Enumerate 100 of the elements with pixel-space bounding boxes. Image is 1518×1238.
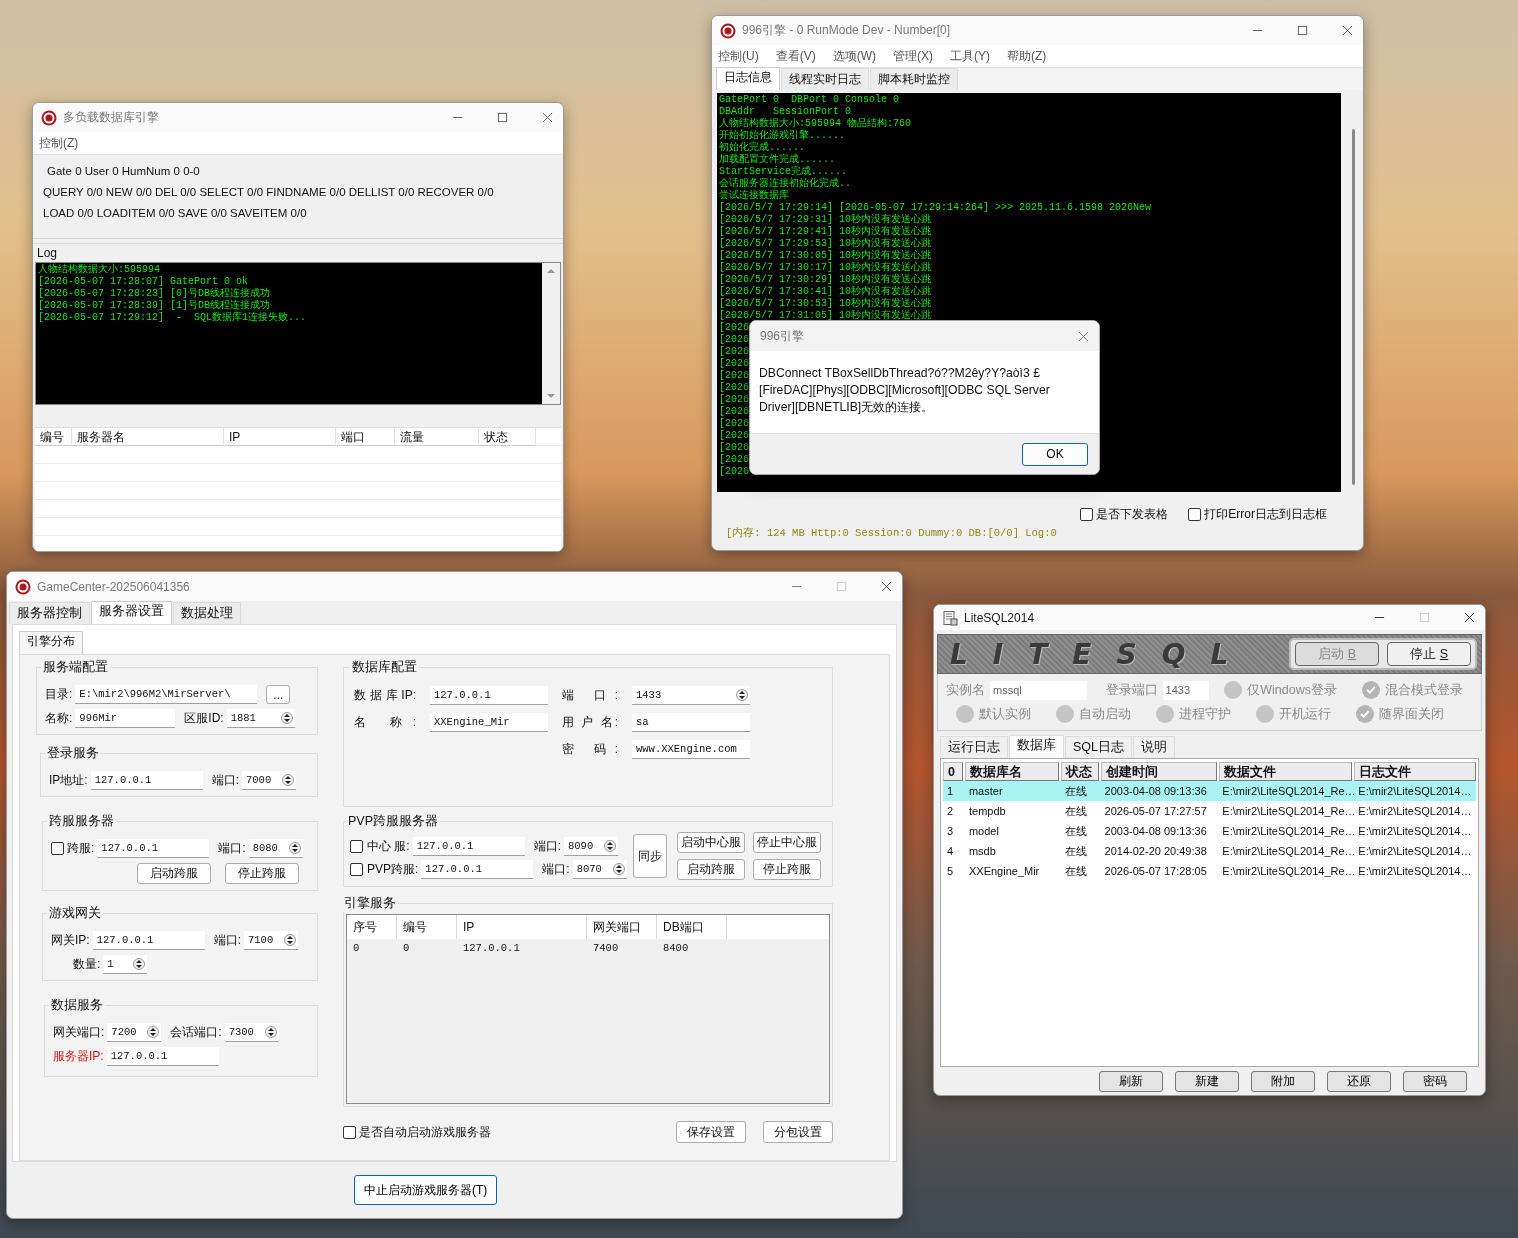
table-row[interactable]: 1 master 在线 2003-04-08 09:13:36 E:\mir2\LiteSQL2014_Re… E:\mir2\LiteSQL2014… [943, 781, 1476, 801]
column-header[interactable]: 状态 [479, 428, 536, 446]
column-header[interactable]: 日志文件 [1354, 762, 1476, 781]
table-row[interactable]: 3 model 在线 2003-04-08 09:13:36 E:\mir2\LiteSQL2014_Re… E:\mir2\LiteSQL2014… [943, 821, 1476, 841]
table-row[interactable]: 4 msdb 在线 2014-02-20 20:49:38 E:\mir2\LiteSQL2014_Re… E:\mir2\LiteSQL2014… [943, 841, 1476, 861]
spin-field[interactable]: 1 [103, 955, 148, 974]
action-button[interactable]: 刷新 [1099, 1070, 1163, 1092]
action-button[interactable]: 还原 [1327, 1070, 1391, 1092]
menu-item[interactable]: 管理(X) [893, 47, 933, 65]
spin-arrows-icon[interactable] [133, 957, 146, 971]
sync-button[interactable]: 同步 [632, 834, 667, 878]
spin-field[interactable]: 8080 [248, 839, 303, 858]
action-button[interactable]: 分包设置 [763, 1121, 833, 1143]
action-button[interactable]: 启动跨服 [137, 863, 211, 884]
tab[interactable]: 数据处理 [173, 602, 241, 624]
column-header[interactable]: IP [457, 915, 587, 939]
checkbox[interactable] [1188, 508, 1202, 521]
spin-field[interactable]: 1433 [632, 686, 750, 705]
maximize-icon[interactable] [497, 112, 508, 123]
action-button[interactable]: 停止跨服 [752, 859, 821, 880]
spin-arrows-icon[interactable] [604, 839, 616, 853]
column-header[interactable]: 状态 [1060, 762, 1099, 781]
column-header[interactable]: 创建时间 [1100, 762, 1217, 781]
spin-arrows-icon[interactable] [280, 711, 293, 725]
column-header[interactable]: 序号 [347, 915, 397, 939]
checkbox[interactable] [350, 863, 363, 876]
text-field[interactable]: E:\mir2\996M2\MirServer\ [75, 685, 258, 704]
scrollbar[interactable] [1352, 129, 1355, 485]
spin-arrows-icon[interactable] [147, 1025, 160, 1039]
column-header[interactable]: 编号 [397, 915, 457, 939]
spin-field[interactable]: 8090 [564, 837, 618, 856]
text-field[interactable]: sa [632, 713, 750, 732]
close-icon[interactable] [1342, 25, 1353, 36]
spin-arrows-icon[interactable] [736, 688, 748, 702]
spin-arrows-icon[interactable] [612, 862, 625, 876]
text-field[interactable]: 127.0.0.1 [412, 837, 525, 856]
stop-server-button[interactable]: 中止启动游戏服务器(T) [354, 1175, 498, 1205]
column-header[interactable]: 流量 [395, 428, 479, 446]
menu-item[interactable]: 控制(U) [718, 47, 759, 65]
checkbox[interactable] [350, 840, 363, 853]
ok-button[interactable]: OK [1022, 442, 1088, 466]
action-button[interactable]: 密码 [1403, 1070, 1467, 1092]
column-header[interactable]: 数据库名 [964, 762, 1059, 781]
close-icon[interactable] [881, 581, 892, 592]
action-button[interactable]: 附加 [1251, 1070, 1315, 1092]
tab[interactable]: 服务器控制 [9, 602, 90, 624]
menu-item[interactable]: 帮助(Z) [1007, 47, 1047, 65]
spin-field[interactable]: 7000 [242, 771, 296, 790]
column-header[interactable]: 网关端口 [587, 915, 657, 939]
browse-button[interactable]: ... [266, 685, 291, 704]
maximize-icon[interactable] [1297, 25, 1308, 36]
text-field[interactable]: 996Mir [75, 709, 176, 728]
spin-arrows-icon[interactable] [284, 933, 296, 947]
column-header[interactable]: DB端口 [657, 915, 727, 939]
action-button[interactable]: 停止跨服 [225, 863, 299, 884]
tab[interactable]: SQL日志 [1065, 736, 1132, 758]
checkbox[interactable] [1080, 508, 1094, 521]
spin-field[interactable]: 7100 [244, 931, 298, 950]
spin-field[interactable]: 8070 [572, 860, 627, 879]
action-button[interactable]: 保存设置 [676, 1121, 746, 1143]
text-field[interactable]: 127.0.0.1 [421, 860, 534, 879]
spin-field[interactable]: 1881 [226, 709, 295, 728]
column-header[interactable]: 编号 [35, 428, 72, 446]
action-button[interactable]: 停止中心服 [752, 832, 821, 853]
text-field[interactable]: XXEngine_Mir [430, 713, 548, 732]
column-header[interactable]: 数据文件 [1218, 762, 1353, 781]
spin-arrows-icon[interactable] [264, 1025, 277, 1039]
action-button[interactable]: 启动跨服 [676, 859, 745, 880]
text-field[interactable]: 127.0.0.1 [106, 1047, 219, 1066]
column-header[interactable]: 0 [943, 762, 963, 781]
spin-field[interactable]: 7200 [107, 1023, 162, 1042]
spin-arrows-icon[interactable] [288, 841, 301, 855]
stop-button[interactable]: 停止 S [1387, 642, 1471, 666]
spin-field[interactable]: 7300 [224, 1023, 279, 1042]
table-row[interactable]: 5 XXEngine_Mir 在线 2026-05-07 17:28:05 E:\mir2\LiteSQL2014_Re… E:\mir2\LiteSQL2014… [943, 861, 1476, 881]
action-button[interactable]: 启动中心服 [676, 832, 745, 853]
text-field[interactable]: 127.0.0.1 [92, 931, 205, 950]
tab[interactable]: 说明 [1133, 736, 1175, 758]
column-header[interactable]: 端口 [336, 428, 395, 446]
tab[interactable]: 线程实时日志 [781, 68, 869, 90]
tab[interactable]: 数据库 [1009, 735, 1064, 758]
tab[interactable]: 服务器设置 [91, 601, 172, 624]
close-icon[interactable] [542, 112, 553, 123]
menu-item[interactable]: 选项(W) [832, 47, 876, 65]
table-row[interactable]: 2 tempdb 在线 2026-05-07 17:27:57 E:\mir2\LiteSQL2014_Re… E:\mir2\LiteSQL2014… [943, 801, 1476, 821]
column-header[interactable]: IP [224, 428, 336, 446]
text-field[interactable]: 127.0.0.1 [430, 686, 548, 705]
close-icon[interactable] [1464, 612, 1475, 623]
checkbox[interactable] [51, 842, 64, 855]
tab[interactable]: 脚本耗时监控 [870, 68, 958, 90]
column-header[interactable]: 服务器名 [72, 428, 224, 446]
tab[interactable]: 日志信息 [716, 67, 780, 90]
tab[interactable]: 引擎分布 [19, 631, 83, 654]
menu-item[interactable]: 查看(V) [775, 47, 816, 65]
menu-item[interactable]: 工具(Y) [950, 47, 990, 65]
action-button[interactable]: 新建 [1175, 1070, 1239, 1092]
text-field[interactable]: 127.0.0.1 [97, 839, 210, 858]
text-field[interactable]: www.XXEngine.com [632, 740, 750, 759]
checkbox[interactable] [343, 1125, 356, 1139]
tab[interactable]: 运行日志 [940, 736, 1008, 758]
